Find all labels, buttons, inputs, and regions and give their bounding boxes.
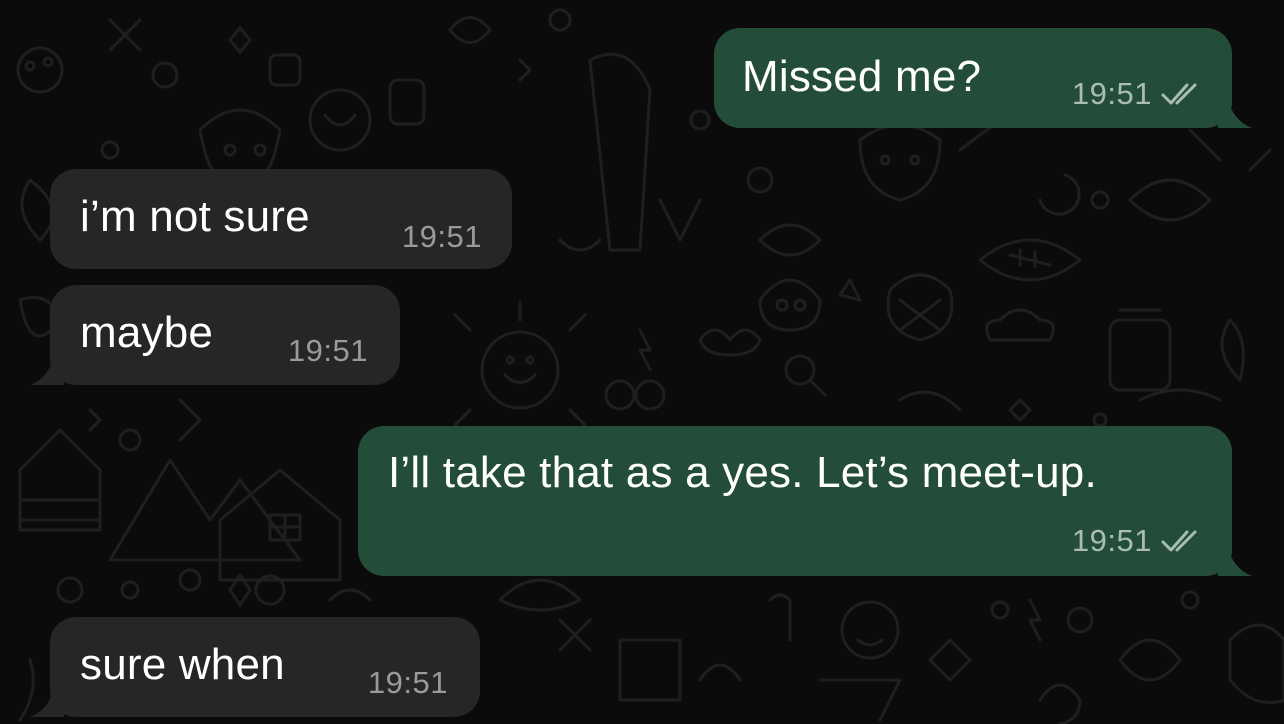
message-bubble-outgoing[interactable]: Missed me? 19:51	[714, 28, 1252, 128]
message-meta: 19:51	[1072, 76, 1206, 112]
message-bubble-incoming[interactable]: i’m not sure 19:51	[50, 169, 512, 269]
bubble-tail	[1218, 98, 1252, 128]
chat-view[interactable]: Missed me? 19:51 i’m not sure 19:51 mayb…	[0, 0, 1284, 724]
message-timestamp: 19:51	[401, 219, 482, 254]
bubble-tail	[1218, 546, 1252, 576]
message-bubble-incoming[interactable]: maybe 19:51	[30, 285, 400, 385]
message-meta: 19:51	[288, 333, 368, 369]
bubble-tail	[30, 687, 64, 717]
message-text: I’ll take that as a yes. Let’s meet-up.	[388, 448, 1097, 497]
message-text: maybe	[80, 308, 214, 357]
message-text: sure when	[80, 640, 285, 689]
message-meta: 19:51	[368, 665, 448, 701]
message-text: Missed me?	[742, 52, 982, 101]
message-bubble-outgoing[interactable]: I’ll take that as a yes. Let’s meet-up. …	[358, 426, 1252, 576]
message-timestamp: 19:51	[1071, 523, 1152, 558]
message-meta: 19:51	[402, 219, 482, 255]
double-check-icon	[1161, 83, 1197, 105]
message-bubble-incoming[interactable]: sure when 19:51	[30, 617, 480, 717]
message-meta: 19:51	[1072, 523, 1206, 559]
message-text: i’m not sure	[80, 192, 310, 241]
double-check-icon	[1161, 530, 1197, 552]
message-timestamp: 19:51	[287, 333, 368, 368]
message-timestamp: 19:51	[367, 665, 448, 700]
message-timestamp: 19:51	[1071, 76, 1152, 111]
bubble-tail	[30, 355, 64, 385]
